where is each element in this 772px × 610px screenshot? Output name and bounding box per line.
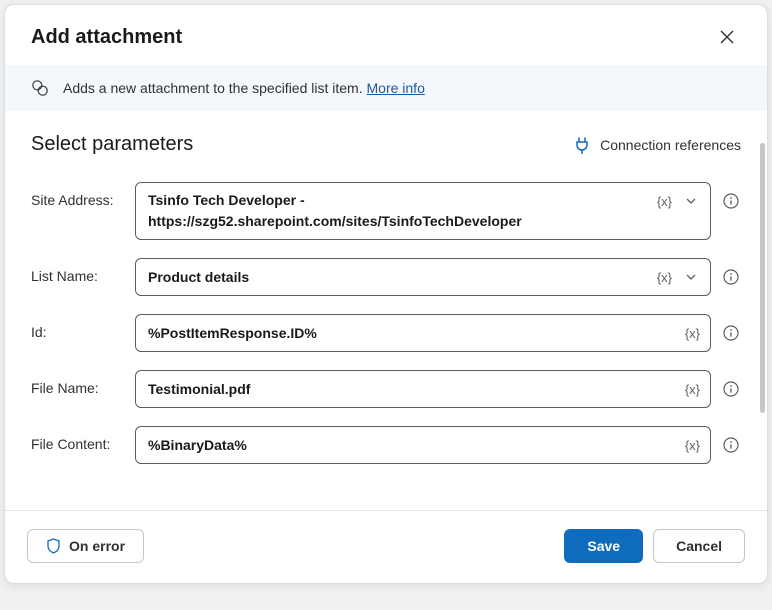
cancel-label: Cancel [676, 538, 722, 554]
list-name-value: Product details [148, 269, 249, 285]
close-icon [720, 30, 734, 44]
field-label: Id: [31, 314, 125, 340]
file-content-input[interactable]: %BinaryData% {x} [135, 426, 711, 464]
dialog-title: Add attachment [31, 26, 182, 49]
info-icon [723, 325, 739, 341]
variable-button[interactable]: {x} [683, 380, 702, 399]
info-icon [723, 437, 739, 453]
site-address-input[interactable]: Tsinfo Tech Developer - https://szg52.sh… [135, 182, 711, 240]
info-button[interactable] [721, 267, 741, 287]
save-button[interactable]: Save [564, 529, 643, 563]
field-label: List Name: [31, 258, 125, 284]
connection-references-button[interactable]: Connection references [574, 136, 741, 154]
variable-button[interactable]: {x} [655, 192, 674, 211]
file-name-input[interactable]: Testimonial.pdf {x} [135, 370, 711, 408]
id-input[interactable]: %PostItemResponse.ID% {x} [135, 314, 711, 352]
field-site-address: Site Address: Tsinfo Tech Developer - ht… [31, 182, 741, 240]
field-label: File Content: [31, 426, 125, 452]
info-icon [723, 193, 739, 209]
field-file-name: File Name: Testimonial.pdf {x} [31, 370, 741, 408]
variable-button[interactable]: {x} [655, 268, 674, 287]
field-label: Site Address: [31, 182, 125, 208]
field-file-content: File Content: %BinaryData% {x} [31, 426, 741, 464]
field-label: File Name: [31, 370, 125, 396]
parameters-header: Select parameters Connection references [31, 133, 741, 156]
on-error-button[interactable]: On error [27, 529, 144, 563]
site-address-value: Tsinfo Tech Developer - https://szg52.sh… [148, 192, 522, 229]
on-error-label: On error [69, 538, 125, 554]
info-button[interactable] [721, 323, 741, 343]
dropdown-button[interactable] [680, 190, 702, 212]
file-name-value: Testimonial.pdf [148, 381, 250, 397]
info-button[interactable] [721, 191, 741, 211]
sharepoint-icon [31, 79, 49, 97]
chevron-down-icon [685, 195, 697, 207]
field-list-name: List Name: Product details {x} [31, 258, 741, 296]
dialog-body: Select parameters Connection references … [5, 111, 767, 492]
field-id: Id: %PostItemResponse.ID% {x} [31, 314, 741, 352]
variable-button[interactable]: {x} [683, 436, 702, 455]
description-bar: Adds a new attachment to the specified l… [5, 65, 767, 111]
input-actions: {x} [683, 436, 702, 455]
cancel-button[interactable]: Cancel [653, 529, 745, 563]
close-button[interactable] [713, 23, 741, 51]
connection-references-label: Connection references [600, 137, 741, 153]
info-icon [723, 381, 739, 397]
description-content: Adds a new attachment to the specified l… [63, 80, 363, 96]
input-actions: {x} [655, 266, 702, 288]
variable-button[interactable]: {x} [683, 324, 702, 343]
list-name-input[interactable]: Product details {x} [135, 258, 711, 296]
add-attachment-dialog: Add attachment Adds a new attachment to … [4, 4, 768, 584]
scrollbar[interactable] [760, 143, 765, 413]
plug-icon [574, 136, 590, 154]
chevron-down-icon [685, 271, 697, 283]
save-label: Save [587, 538, 620, 554]
dialog-footer: On error Save Cancel [5, 510, 767, 583]
description-text: Adds a new attachment to the specified l… [63, 80, 425, 96]
input-actions: {x} [655, 190, 702, 212]
dialog-header: Add attachment [5, 5, 767, 65]
info-icon [723, 269, 739, 285]
info-button[interactable] [721, 379, 741, 399]
info-button[interactable] [721, 435, 741, 455]
dropdown-button[interactable] [680, 266, 702, 288]
input-actions: {x} [683, 324, 702, 343]
file-content-value: %BinaryData% [148, 437, 247, 453]
input-actions: {x} [683, 380, 702, 399]
more-info-link[interactable]: More info [367, 80, 425, 96]
shield-icon [46, 538, 61, 554]
parameters-title: Select parameters [31, 133, 193, 156]
id-value: %PostItemResponse.ID% [148, 325, 317, 341]
